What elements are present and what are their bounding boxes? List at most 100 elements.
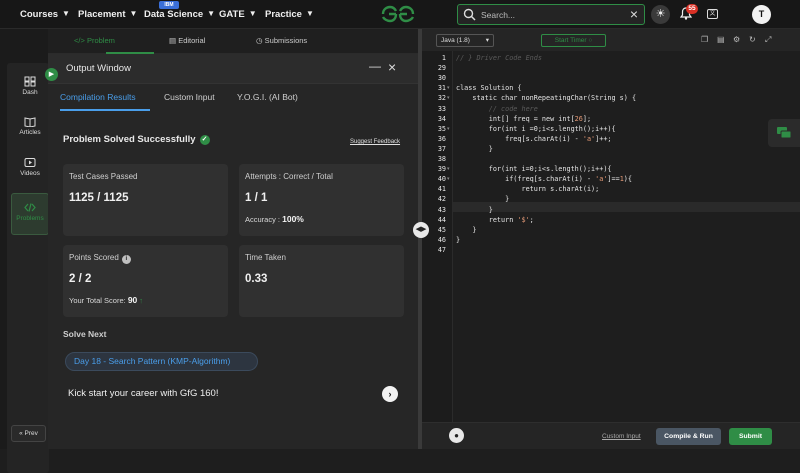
fold-chevron-icon[interactable]: ▾ [447,95,450,101]
fold-chevron-icon[interactable]: ▾ [447,176,450,182]
document-icon[interactable]: ▤ [717,35,725,44]
tab-problem-label: Problem [86,36,115,45]
line-number: 30 [437,74,446,83]
tab-yogi-ai-bot[interactable]: Y.O.G.I. (AI Bot) [237,92,298,102]
tab-problem[interactable]: </> Problem [74,36,115,45]
custom-input-link[interactable]: Custom Input [602,433,641,440]
chevron-down-icon: ▼ [305,9,314,18]
chevron-down-icon: ▼ [207,9,216,18]
test-cases-label: Test Cases Passed [69,172,138,181]
theme-toggle-icon[interactable]: ☀ [651,5,670,24]
resize-handle-icon[interactable]: ◀▶ [413,222,429,238]
submit-button[interactable]: Submit [729,428,772,445]
fullscreen-icon[interactable]: ⤢ [765,35,771,45]
code-line: } [456,144,493,153]
lightbulb-icon[interactable]: ● [449,428,464,443]
chevron-right-icon[interactable]: › [382,386,398,402]
code-icon [24,203,36,212]
nav-courses-label: Courses [20,9,59,20]
line-number: 34 [437,114,446,123]
total-score-value: 90 [127,295,138,305]
nav-placement[interactable]: Placement ▼ [78,9,137,20]
prev-label: Prev [24,430,38,437]
total-score: Your Total Score: 90 ↑ [69,295,143,305]
timer-label: Start Timer [554,37,587,44]
search-icon [463,8,476,21]
sidebar-item-dash[interactable]: Dash [11,76,49,112]
fold-chevron-icon[interactable]: ▾ [447,126,450,132]
points-value: 2 / 2 [69,273,92,285]
fold-chevron-icon[interactable]: ▾ [447,166,450,172]
play-icon[interactable]: ▶ [45,68,58,81]
editor-footer: ● Custom Input Compile & Run Submit [422,422,800,449]
info-icon[interactable]: i [121,255,131,264]
clear-search-icon[interactable]: × [630,6,638,22]
translate-icon[interactable]: 文 [707,9,718,19]
nav-data-science[interactable]: Data Science ▼ [144,9,215,20]
minimize-icon[interactable]: — [369,59,381,73]
clock-icon: ◷ [256,36,263,45]
compile-run-button[interactable]: Compile & Run [656,428,721,445]
book-icon [24,117,36,127]
output-window: Output Window — × Compilation Results Cu… [48,54,418,449]
code-line: return s.charAt(i); [456,185,600,194]
gfg-logo[interactable] [380,5,416,23]
tab-custom-input[interactable]: Custom Input [164,92,215,102]
tab-submissions-label: Submissions [264,36,308,45]
sidebar-item-label: Dash [22,89,38,96]
language-select[interactable]: Java (1.8) ▾ [436,34,494,47]
attempts-label: Attempts : Correct / Total [245,172,333,181]
code-line: for(int i =0;i<s.length();i++){ [456,124,616,133]
search-input[interactable]: Search... × [457,4,645,25]
line-number: 37 [437,144,446,153]
prev-button[interactable]: « Prev [11,425,46,442]
points-card: Points Scored i 2 / 2 Your Total Score: 9… [63,245,228,317]
reset-icon[interactable]: ↻ [749,35,756,44]
nav-courses[interactable]: Courses ▼ [20,9,70,20]
close-icon[interactable]: × [388,59,396,75]
line-number: 29 [437,64,446,73]
nav-practice[interactable]: Practice ▼ [265,9,314,20]
sidebar-item-articles[interactable]: Articles [11,116,49,152]
line-number: 31 [437,84,446,93]
problem-tabbar: </> Problem ▤ Editorial ◷ Submissions [48,29,420,54]
avatar[interactable]: T [752,5,771,24]
accuracy-value: 100% [282,214,304,224]
nav-gate[interactable]: GATE ▼ [219,9,257,20]
language-value: Java (1.8) [441,37,470,44]
tab-compilation-results[interactable]: Compilation Results [60,92,136,102]
sidebar-item-problems[interactable]: Problems [11,193,49,235]
code-line: class Solution { [456,84,522,93]
tab-editorial[interactable]: ▤ Editorial [169,36,205,45]
sidebar-item-videos[interactable]: Videos [11,157,49,193]
suggest-feedback-link[interactable]: Suggest Feedback [350,139,400,145]
code-line: for(int i=0;i<s.length();i++){ [456,165,612,174]
line-number: 38 [437,155,446,163]
total-score-label: Your Total Score: [69,296,126,305]
status-text: Problem Solved Successfully [63,134,196,145]
chevron-down-icon: ▼ [248,9,257,18]
top-navbar: Courses ▼ Placement ▼ IBM Data Science ▼ GA… [0,0,800,29]
code-line: // } Driver Code Ends [456,54,542,62]
nav-practice-label: Practice [265,9,302,20]
code-line: return '$'; [456,215,534,224]
tab-submissions[interactable]: ◷ Submissions [256,36,307,45]
video-icon [24,158,36,167]
status-title: Problem Solved Successfully ✓ [63,134,210,145]
nav-data-science-label: Data Science [144,9,204,20]
settings-icon[interactable]: ⚙ [733,35,740,44]
line-number: 44 [437,215,446,224]
output-title: Output Window [66,63,131,74]
copy-icon[interactable]: ❐ [701,35,708,44]
current-line-highlight [453,202,800,212]
code-area[interactable]: // } Driver Code Ends class Solution { st… [452,51,800,449]
sidebar-item-label: Problems [16,215,44,222]
start-timer-button[interactable]: Start Timer ○ [541,34,606,47]
line-number: 39 [437,165,446,174]
fold-chevron-icon[interactable]: ▾ [447,85,450,91]
chat-button[interactable] [768,119,800,147]
test-cases-value: 1125 / 1125 [69,192,129,204]
output-header: Output Window — × [48,54,418,84]
next-problem-chip[interactable]: Day 18 - Search Pattern (KMP-Algorithm) [65,352,258,371]
time-card: Time Taken 0.33 [239,245,404,317]
